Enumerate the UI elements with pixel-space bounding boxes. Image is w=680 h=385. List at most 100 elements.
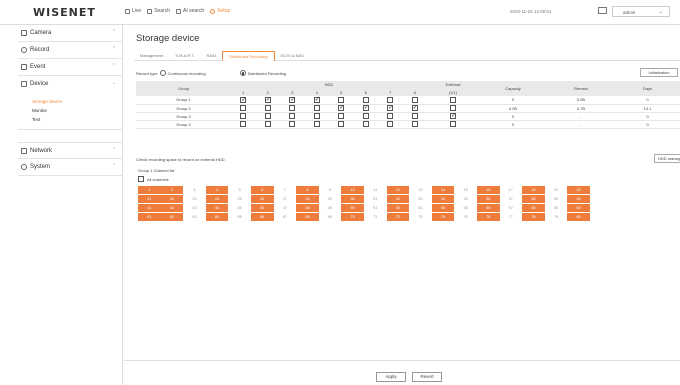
channel-cell-16[interactable]: 16 [476, 186, 500, 194]
external-checkbox[interactable] [450, 121, 456, 127]
channel-cell-4[interactable]: 4 [205, 186, 229, 194]
channel-cell-24[interactable]: 24 [205, 195, 229, 203]
channel-cell-39[interactable]: 39 [544, 195, 568, 203]
channel-cell-21[interactable]: 21 [138, 195, 161, 203]
hdd-7-checkbox[interactable] [387, 113, 394, 119]
channel-cell-77[interactable]: 77 [499, 213, 523, 221]
external-checkbox[interactable] [450, 105, 456, 111]
hdd-1-checkbox[interactable] [240, 105, 247, 111]
hdd-4-checkbox[interactable] [313, 105, 320, 111]
nav-search[interactable]: Search [147, 8, 170, 14]
all-channels-checkbox[interactable] [138, 176, 144, 182]
channel-cell-43[interactable]: 43 [183, 204, 206, 212]
channel-cell-9[interactable]: 9 [318, 186, 342, 194]
hdd-5-checkbox[interactable] [338, 121, 345, 127]
channel-cell-40[interactable]: 40 [567, 195, 590, 203]
channel-cell-48[interactable]: 48 [296, 204, 319, 212]
channel-cell-32[interactable]: 32 [386, 195, 410, 203]
channel-cell-59[interactable]: 59 [544, 204, 568, 212]
channel-cell-28[interactable]: 28 [296, 195, 319, 203]
channel-cell-45[interactable]: 45 [228, 204, 251, 212]
channel-cell-70[interactable]: 70 [341, 213, 364, 221]
sidebar-item-system[interactable]: System ⌃ [18, 159, 122, 176]
hdd-management-button[interactable]: HDD management [654, 154, 680, 163]
channel-cell-5[interactable]: 5 [228, 186, 251, 194]
hdd-3-checkbox[interactable] [289, 105, 296, 111]
channel-cell-42[interactable]: 42 [160, 204, 184, 212]
hdd-1-checkbox[interactable] [240, 113, 247, 119]
hdd-2-checkbox[interactable] [264, 96, 271, 103]
hdd-6-checkbox[interactable] [362, 104, 369, 111]
hdd-6-checkbox[interactable] [362, 96, 369, 103]
channel-cell-51[interactable]: 51 [363, 204, 387, 212]
revert-button[interactable]: Revert [412, 372, 442, 382]
channel-cell-44[interactable]: 44 [205, 204, 229, 212]
tab-distributed-recording[interactable]: Distributed Recording [222, 51, 275, 61]
initialization-button[interactable]: Initialization [640, 68, 678, 77]
channel-cell-17[interactable]: 17 [499, 186, 523, 194]
hdd-6-checkbox[interactable] [362, 113, 369, 119]
sidebar-item-record[interactable]: Record ⌃ [18, 42, 122, 59]
hdd-2-checkbox[interactable] [264, 121, 271, 127]
hdd-8-checkbox[interactable] [411, 113, 418, 119]
channel-cell-25[interactable]: 25 [228, 195, 251, 203]
channel-cell-58[interactable]: 58 [522, 204, 545, 212]
hdd-7-checkbox[interactable] [387, 104, 393, 111]
channel-cell-26[interactable]: 26 [250, 195, 274, 203]
tab-smart[interactable]: S.M.A.R.T. [169, 51, 200, 61]
channel-cell-68[interactable]: 68 [296, 213, 319, 221]
hdd-1-checkbox[interactable] [240, 96, 246, 103]
channel-cell-35[interactable]: 35 [454, 195, 477, 203]
channel-cell-13[interactable]: 13 [409, 186, 432, 194]
channel-cell-60[interactable]: 60 [567, 204, 590, 212]
hdd-7-checkbox[interactable] [387, 96, 394, 103]
hdd-2-checkbox[interactable] [264, 105, 271, 111]
channel-cell-36[interactable]: 36 [476, 195, 500, 203]
hdd-6-checkbox[interactable] [362, 121, 369, 127]
channel-cell-11[interactable]: 11 [363, 186, 387, 194]
hdd-4-checkbox[interactable] [313, 113, 320, 119]
channel-cell-54[interactable]: 54 [431, 204, 455, 212]
hdd-5-checkbox[interactable] [338, 113, 345, 119]
channel-cell-75[interactable]: 75 [454, 213, 477, 221]
sidebar-item-camera[interactable]: Camera ⌃ [18, 25, 122, 42]
nav-setup[interactable]: Setup [210, 8, 230, 14]
channel-cell-80[interactable]: 80 [567, 213, 590, 221]
channel-cell-37[interactable]: 37 [499, 195, 523, 203]
sidebar-item-storage-device[interactable]: Storage device [18, 97, 122, 106]
channel-cell-15[interactable]: 15 [454, 186, 477, 194]
channel-cell-46[interactable]: 46 [250, 204, 274, 212]
channel-cell-79[interactable]: 79 [544, 213, 568, 221]
sidebar-item-text[interactable]: Text [18, 115, 122, 124]
apply-button[interactable]: Apply [376, 372, 406, 382]
channel-cell-41[interactable]: 41 [138, 204, 161, 212]
channel-cell-12[interactable]: 12 [386, 186, 410, 194]
tab-raid[interactable]: RAID [200, 51, 222, 61]
channel-cell-50[interactable]: 50 [341, 204, 364, 212]
hdd-4-checkbox[interactable] [313, 96, 320, 103]
sidebar-item-event[interactable]: Event ⌃ [18, 59, 122, 76]
sidebar-item-network[interactable]: Network ⌃ [18, 142, 122, 159]
channel-cell-65[interactable]: 65 [228, 213, 251, 221]
hdd-7-checkbox[interactable] [387, 121, 394, 127]
sidebar-item-device[interactable]: Device ⌄ [18, 76, 122, 93]
channel-cell-52[interactable]: 52 [386, 204, 410, 212]
channel-cell-1[interactable]: 1 [138, 186, 161, 194]
channel-cell-14[interactable]: 14 [431, 186, 455, 194]
channel-cell-38[interactable]: 38 [522, 195, 545, 203]
channel-cell-72[interactable]: 72 [386, 213, 410, 221]
channel-cell-2[interactable]: 2 [160, 186, 184, 194]
channel-cell-56[interactable]: 56 [476, 204, 500, 212]
channel-cell-31[interactable]: 31 [363, 195, 387, 203]
channel-cell-66[interactable]: 66 [250, 213, 274, 221]
channel-cell-19[interactable]: 19 [544, 186, 568, 194]
channel-cell-64[interactable]: 64 [205, 213, 229, 221]
hdd-3-checkbox[interactable] [289, 113, 296, 119]
sidebar-item-monitor[interactable]: Monitor [18, 106, 122, 115]
distributed-recording-radio[interactable] [239, 70, 246, 76]
external-checkbox[interactable] [450, 96, 456, 103]
hdd-5-checkbox[interactable] [338, 104, 344, 111]
channel-cell-78[interactable]: 78 [522, 213, 545, 221]
channel-cell-33[interactable]: 33 [409, 195, 432, 203]
channel-cell-73[interactable]: 73 [409, 213, 432, 221]
